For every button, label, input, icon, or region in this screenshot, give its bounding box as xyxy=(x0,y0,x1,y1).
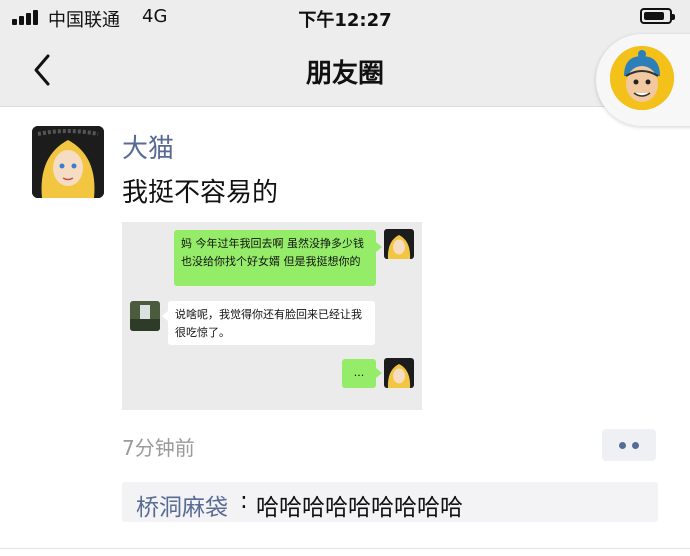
chat-bubble-sent: 妈 今年过年我回去啊 虽然没挣多少钱 也没给你找个好女婿 但是我挺想你的 xyxy=(174,230,376,286)
chat-bubble-received: 说啥呢，我觉得你还有脸回来已经让我很吃惊了。 xyxy=(168,301,375,345)
top-bar: 中国联通 4G 下午12:27 朋友圈 xyxy=(0,0,690,107)
post-time: 7分钟前 xyxy=(122,436,195,460)
floating-avatar-tab xyxy=(596,34,690,126)
comment-text: 哈哈哈哈哈哈哈哈哈 xyxy=(256,495,463,521)
back-button[interactable] xyxy=(28,52,58,88)
user-avatar[interactable] xyxy=(610,46,674,110)
author-name[interactable]: 大猫 xyxy=(122,128,174,165)
comment-section: 桥洞麻袋 : 哈哈哈哈哈哈哈哈哈 xyxy=(122,482,658,522)
status-bar: 中国联通 4G 下午12:27 xyxy=(0,0,690,34)
battery-icon xyxy=(640,8,675,24)
comment-separator: : xyxy=(240,488,248,514)
receiver-avatar xyxy=(130,301,160,331)
sender-avatar xyxy=(384,358,414,388)
comment-author[interactable]: 桥洞麻袋 xyxy=(136,488,228,522)
author-avatar[interactable] xyxy=(32,126,104,198)
page-title: 朋友圈 xyxy=(305,59,384,89)
sender-avatar xyxy=(384,229,414,259)
chevron-left-icon xyxy=(34,54,50,86)
divider xyxy=(0,548,690,549)
chat-bubble-sent: ... xyxy=(342,359,376,388)
status-time: 下午12:27 xyxy=(298,10,392,31)
post-image[interactable]: 妈 今年过年我回去啊 虽然没挣多少钱 也没给你找个好女婿 但是我挺想你的 说啥呢… xyxy=(122,222,422,410)
post-text: 我挺不容易的 xyxy=(122,178,279,208)
more-button[interactable] xyxy=(602,429,656,461)
